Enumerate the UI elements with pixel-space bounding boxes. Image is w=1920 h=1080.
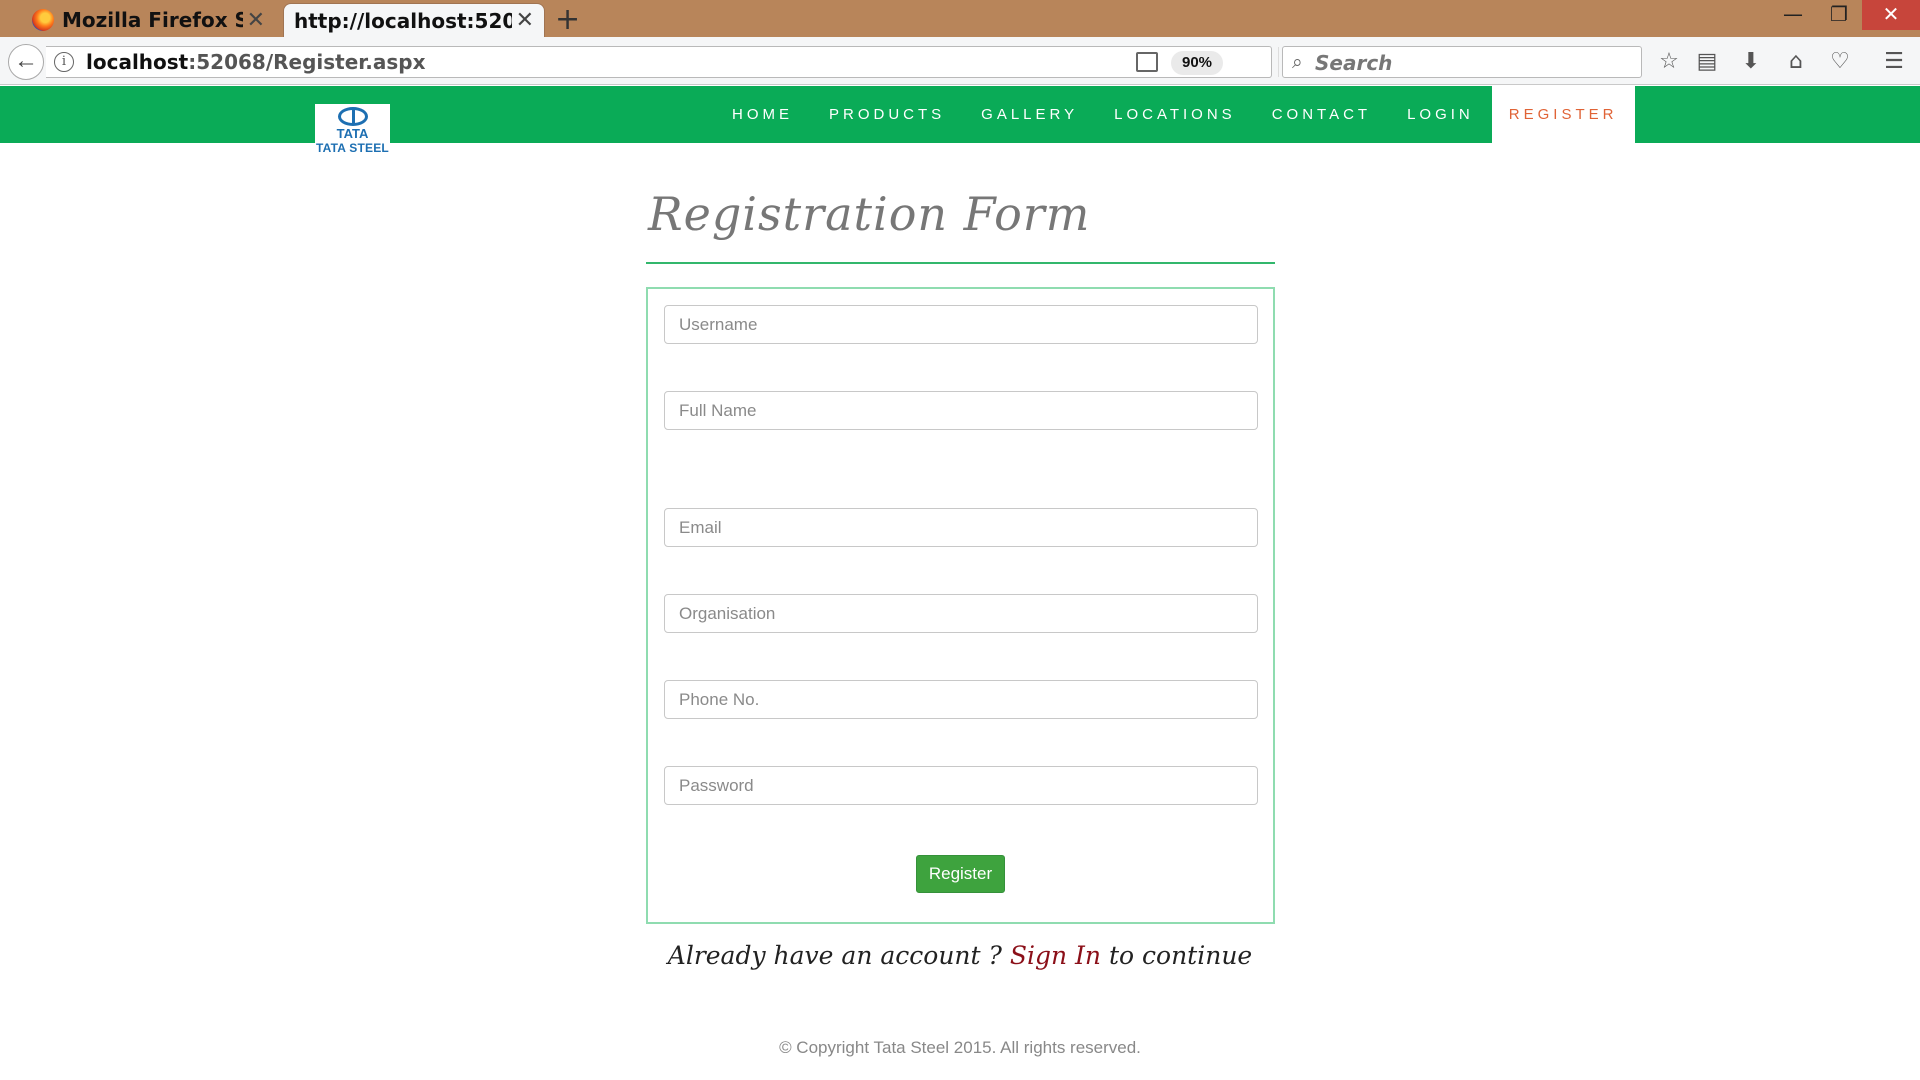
url-divider [1278,47,1279,77]
menu-item-gallery[interactable]: GALLERY [963,86,1096,143]
pocket-icon[interactable]: ♡ [1823,45,1857,79]
tab-register-page[interactable]: http://localhost:52068/Register.aspx ✕ [283,3,545,37]
bookmark-star-icon[interactable]: ☆ [1652,45,1686,79]
page-title: Registration Form [648,187,1091,241]
fullname-field[interactable] [664,391,1258,430]
maximize-button[interactable]: ❐ [1816,0,1862,30]
library-icon[interactable]: ▤ [1690,45,1724,79]
logo-line2: TATA STEEL [316,141,389,155]
firefox-logo-icon [32,9,54,31]
minimize-button[interactable]: — [1770,0,1816,30]
sign-in-link[interactable]: Sign In [1010,941,1101,970]
url-bar[interactable]: i localhost:52068/Register.aspx 90% ↻ [46,46,1309,78]
tata-emblem-icon [337,107,368,126]
back-button[interactable]: ← [8,44,44,80]
url-path: :52068/Register.aspx [188,50,426,74]
menu-item-login[interactable]: LOGIN [1389,86,1492,143]
username-field[interactable] [664,305,1258,344]
browser-titlebar: Mozilla Firefox Start Page ✕ http://loca… [0,0,1920,37]
tab-title: http://localhost:52068/Register.aspx [294,8,512,33]
site-navbar: TATA TATA STEEL HOME PRODUCTS GALLERY LO… [0,86,1920,159]
downloads-icon[interactable]: ⬇ [1734,45,1768,79]
search-placeholder: Search [1315,51,1393,75]
info-icon[interactable]: i [54,52,74,72]
copyright-text: © Copyright Tata Steel 2015. All rights … [779,1038,1141,1057]
home-icon[interactable]: ⌂ [1779,45,1813,79]
email-field[interactable] [664,508,1258,547]
close-icon[interactable]: ✕ [516,8,534,33]
signin-suffix: to continue [1101,941,1253,970]
search-icon: ⌕ [1292,51,1303,73]
new-tab-button[interactable]: + [555,2,580,37]
menu-item-locations[interactable]: LOCATIONS [1096,86,1254,143]
url-host: localhost [86,50,189,74]
logo-line1: TATA [336,126,369,141]
search-bar[interactable]: ⌕ Search [1282,46,1642,78]
close-window-button[interactable]: ✕ [1862,0,1920,30]
menu-item-register[interactable]: REGISTER [1491,86,1636,143]
page-content: TATA TATA STEEL HOME PRODUCTS GALLERY LO… [0,86,1920,1080]
signin-prefix: Already have an account ? [667,941,1010,970]
phone-field[interactable] [664,680,1258,719]
browser-navbar: ← i localhost:52068/Register.aspx 90% ↻ … [0,37,1920,85]
title-divider [646,262,1275,264]
close-icon[interactable]: ✕ [247,8,265,33]
register-button[interactable]: Register [916,855,1005,893]
menu-icon[interactable]: ☰ [1877,45,1911,79]
reader-view-icon[interactable] [1136,52,1158,72]
main-menu: HOME PRODUCTS GALLERY LOCATIONS CONTACT … [714,86,1636,143]
tab-firefox-start[interactable]: Mozilla Firefox Start Page ✕ [20,3,275,37]
registration-form: Register [646,287,1275,924]
signin-prompt: Already have an account ? Sign In to con… [0,941,1920,970]
zoom-level-badge[interactable]: 90% [1171,51,1223,75]
url-text[interactable]: localhost:52068/Register.aspx [86,50,426,74]
tab-title: Mozilla Firefox Start Page [62,8,243,32]
organisation-field[interactable] [664,594,1258,633]
menu-item-home[interactable]: HOME [714,86,811,143]
password-field[interactable] [664,766,1258,805]
menu-item-contact[interactable]: CONTACT [1254,86,1389,143]
menu-item-products[interactable]: PRODUCTS [811,86,963,143]
tata-steel-logo[interactable]: TATA TATA STEEL [315,104,390,159]
